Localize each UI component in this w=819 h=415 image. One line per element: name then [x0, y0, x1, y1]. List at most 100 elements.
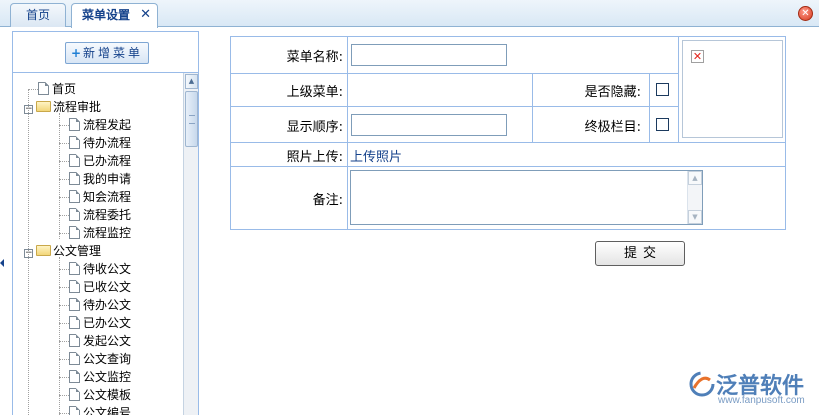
tab-home[interactable]: 首页 — [10, 3, 66, 27]
tree-connector — [59, 257, 60, 415]
tree-folder[interactable]: − 公文管理 — [24, 242, 101, 260]
parent-menu-label-cell: 上级菜单: — [231, 74, 348, 107]
tree-item-label: 已办公文 — [83, 316, 132, 330]
tree-item-label: 已收公文 — [83, 280, 132, 294]
remark-scrollbar[interactable]: ▲ ▼ — [687, 171, 702, 224]
menu-name-input[interactable] — [351, 44, 507, 66]
tree-item[interactable]: 待办流程 — [69, 134, 131, 152]
tree-connector — [59, 287, 69, 288]
menu-name-input-cell — [348, 37, 679, 74]
tree-connector — [59, 113, 60, 239]
menu-name-label: 菜单名称: — [286, 50, 343, 65]
tree-connector — [28, 89, 29, 415]
tree-item[interactable]: 待收公文 — [69, 260, 131, 278]
hidden-checkbox[interactable] — [656, 83, 669, 96]
upload-photo-link[interactable]: 上传照片 — [350, 146, 402, 165]
tree-item-label: 待办流程 — [83, 136, 132, 150]
scroll-up-arrow-icon[interactable]: ▲ — [185, 74, 198, 89]
tree-item[interactable]: 流程监控 — [69, 224, 131, 242]
tree-item-label: 待收公文 — [83, 262, 132, 276]
remark-label-cell: 备注: — [231, 167, 348, 229]
final-checkbox[interactable] — [656, 118, 669, 131]
tree-item[interactable]: 流程委托 — [69, 206, 131, 224]
tree-item[interactable]: 公文模板 — [69, 386, 131, 404]
document-icon — [69, 370, 80, 383]
broken-image-icon: ✕ — [691, 50, 704, 63]
document-icon — [69, 208, 80, 221]
plus-icon: + — [70, 46, 82, 60]
photo-upload-cell: 上传照片 — [348, 143, 785, 167]
tree-connector — [59, 323, 69, 324]
tree-connector — [59, 143, 69, 144]
collapse-arrow-icon[interactable] — [0, 259, 4, 267]
document-icon — [69, 352, 80, 365]
folder-icon — [36, 245, 51, 256]
scroll-up-arrow-icon[interactable]: ▲ — [688, 171, 702, 185]
tree-item[interactable]: 已收公文 — [69, 278, 131, 296]
document-icon — [69, 190, 80, 203]
brand-watermark: 泛普软件 www.fanpusoft.com — [688, 370, 814, 410]
tree-item-label: 公文编号 — [83, 406, 132, 415]
remark-textarea[interactable]: ▲ ▼ — [350, 170, 703, 225]
tree-item[interactable]: 发起公文 — [69, 332, 131, 350]
tree-item[interactable]: 已办流程 — [69, 152, 131, 170]
add-menu-button-label: 新增菜单 — [83, 46, 144, 60]
tree-item[interactable]: 我的申请 — [69, 170, 131, 188]
tab-home-label: 首页 — [25, 8, 50, 22]
tree-connector — [59, 341, 69, 342]
document-icon — [69, 154, 80, 167]
close-x-icon[interactable]: ✕ — [140, 4, 151, 26]
document-icon — [69, 226, 80, 239]
brand-url: www.fanpusoft.com — [718, 395, 805, 406]
fanpu-logo-icon — [689, 371, 715, 397]
document-icon — [69, 334, 80, 347]
parent-menu-label: 上级菜单: — [286, 85, 343, 100]
parent-menu-value-cell — [348, 74, 533, 107]
tree-connector — [59, 413, 69, 414]
close-circle-icon[interactable]: ✕ — [798, 6, 813, 21]
folder-icon — [36, 101, 51, 112]
menu-form: 菜单名称: 上级菜单: 是否隐藏: 显示顺序: 终极栏目: ✕ 照片上传: 上传… — [230, 36, 786, 230]
order-input[interactable] — [351, 114, 507, 136]
photo-preview: ✕ — [682, 40, 783, 138]
document-icon — [69, 388, 80, 401]
hidden-label: 是否隐藏: — [584, 85, 641, 100]
tree-connector — [59, 305, 69, 306]
order-input-cell — [348, 107, 533, 143]
scroll-thumb[interactable] — [185, 91, 198, 147]
final-checkbox-cell — [650, 107, 679, 143]
tree-item[interactable]: 流程发起 — [69, 116, 131, 134]
tree-connector — [59, 161, 69, 162]
tree-item[interactable]: 公文监控 — [69, 368, 131, 386]
tree-connector — [59, 269, 69, 270]
tree-folder[interactable]: − 流程审批 — [24, 98, 101, 116]
tree-item-label: 流程监控 — [83, 226, 132, 240]
tree-connector — [59, 179, 69, 180]
document-icon — [69, 298, 80, 311]
tree-item[interactable]: 待办公文 — [69, 296, 131, 314]
tree-item-label: 流程发起 — [83, 118, 132, 132]
hidden-checkbox-cell — [650, 74, 679, 107]
add-menu-button[interactable]: + 新增菜单 — [65, 42, 149, 64]
tree-item[interactable]: 首页 — [38, 80, 76, 98]
scroll-down-arrow-icon[interactable]: ▼ — [688, 210, 702, 224]
tree-item[interactable]: 公文查询 — [69, 350, 131, 368]
tab-menu-settings-label: 菜单设置 — [82, 8, 131, 22]
tree-connector — [59, 197, 69, 198]
photo-label-cell: 照片上传: — [231, 143, 348, 167]
menu-name-label-cell: 菜单名称: — [231, 37, 348, 74]
final-label: 终极栏目: — [584, 120, 641, 135]
tree-item[interactable]: 知会流程 — [69, 188, 131, 206]
order-label-cell: 显示顺序: — [231, 107, 348, 143]
document-icon — [69, 172, 80, 185]
document-icon — [69, 262, 80, 275]
tree-item-label: 流程委托 — [83, 208, 132, 222]
tree-scrollbar[interactable]: ▲ — [183, 73, 198, 415]
tab-menu-settings[interactable]: 菜单设置 ✕ — [71, 3, 158, 28]
tree-item[interactable]: 已办公文 — [69, 314, 131, 332]
tree-item-label: 公文查询 — [83, 352, 132, 366]
tree-item[interactable]: 公文编号 — [69, 404, 131, 415]
tree-item-label: 流程审批 — [53, 100, 102, 114]
submit-button[interactable]: 提交 — [595, 241, 685, 266]
document-icon — [69, 280, 80, 293]
